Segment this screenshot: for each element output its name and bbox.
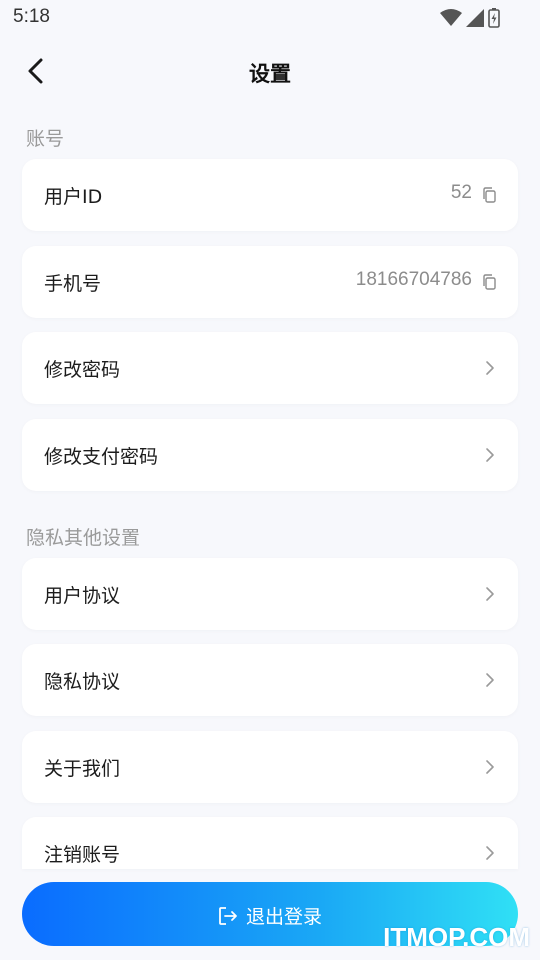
phone-value: 18166704786: [355, 269, 472, 290]
about-us-label: 关于我们: [44, 758, 121, 780]
user-id-value: 52: [450, 182, 472, 203]
chevron-right-icon: [486, 361, 494, 375]
logout-icon: [219, 906, 237, 925]
about-us-row[interactable]: 关于我们: [22, 731, 518, 803]
status-bar: 5:18: [0, 0, 540, 36]
privacy-policy-row[interactable]: 隐私协议: [22, 644, 518, 716]
privacy-policy-label: 隐私协议: [44, 671, 121, 693]
chevron-right-icon: [486, 448, 494, 462]
header: 设置: [0, 44, 540, 100]
copy-icon[interactable]: [482, 187, 496, 203]
user-agreement-row[interactable]: 用户协议: [22, 558, 518, 630]
signal-icon: [466, 9, 484, 27]
chevron-right-icon: [486, 673, 494, 687]
section-title-privacy: 隐私其他设置: [26, 527, 141, 549]
status-time: 5:18: [13, 6, 50, 27]
change-password-row[interactable]: 修改密码: [22, 332, 518, 404]
chevron-right-icon: [486, 846, 494, 860]
page-title: 设置: [249, 62, 291, 86]
status-icons: [440, 8, 500, 28]
chevron-right-icon: [486, 760, 494, 774]
watermark-logo: ITMOP.COM: [383, 922, 530, 952]
wifi-icon: [440, 9, 462, 26]
section-title-account: 账号: [26, 128, 65, 150]
chevron-right-icon: [486, 587, 494, 601]
battery-icon: [488, 8, 500, 28]
copy-icon[interactable]: [482, 274, 496, 290]
delete-account-label: 注销账号: [44, 844, 121, 866]
logout-label: 退出登录: [245, 906, 322, 928]
change-pay-password-row[interactable]: 修改支付密码: [22, 419, 518, 491]
change-password-label: 修改密码: [44, 359, 121, 381]
user-id-row[interactable]: 用户ID 52: [22, 159, 518, 231]
user-id-label: 用户ID: [44, 186, 103, 208]
phone-label: 手机号: [44, 273, 102, 295]
phone-row[interactable]: 手机号 18166704786: [22, 246, 518, 318]
user-agreement-label: 用户协议: [44, 585, 121, 607]
change-pay-password-label: 修改支付密码: [44, 446, 159, 468]
delete-account-row[interactable]: 注销账号: [22, 817, 518, 869]
